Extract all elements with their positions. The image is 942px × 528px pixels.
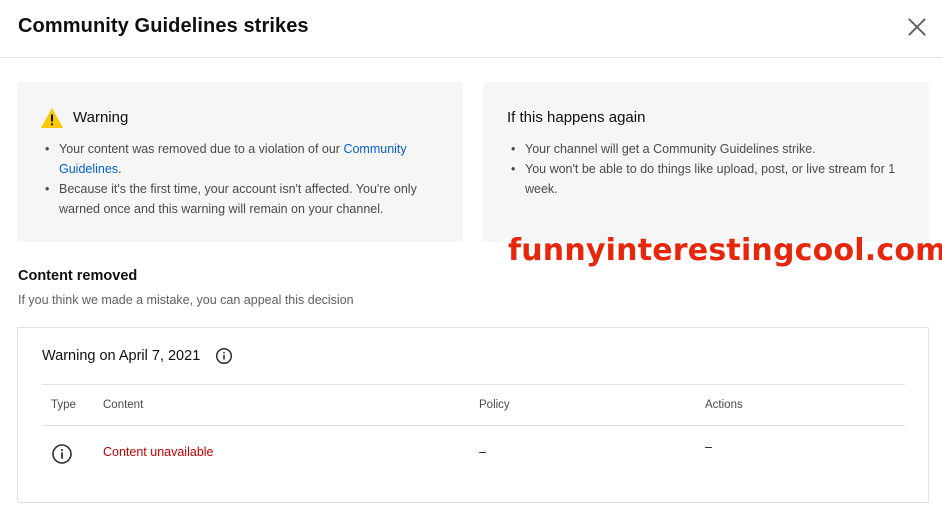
again-bullet-list: Your channel will get a Community Guidel…	[511, 139, 911, 199]
again-bullet-2: You won't be able to do things like uplo…	[511, 159, 911, 199]
strike-table-card: Warning on April 7, 2021 Type Content Po…	[17, 327, 929, 503]
close-button[interactable]	[904, 14, 930, 40]
column-header-actions: Actions	[705, 399, 743, 411]
warning-bullet-1: Your content was removed due to a violat…	[45, 139, 451, 179]
policy-cell: –	[479, 445, 486, 459]
warning-heading: Warning	[73, 109, 129, 126]
info-icon[interactable]	[215, 347, 233, 365]
content-removed-title: Content removed	[18, 268, 138, 284]
column-header-policy: Policy	[479, 399, 510, 411]
watermark-text: funnyinterestingcool.com	[508, 233, 942, 268]
column-header-content: Content	[103, 399, 144, 411]
if-happens-again-heading: If this happens again	[507, 109, 646, 126]
warning-triangle-icon	[40, 107, 64, 129]
if-happens-again-card: If this happens again Your channel will …	[483, 82, 929, 242]
info-icon	[51, 443, 73, 465]
dialog-header: Community Guidelines strikes	[0, 0, 942, 58]
actions-cell: –	[705, 440, 712, 454]
strike-table-title: Warning on April 7, 2021	[42, 348, 201, 364]
dialog-title: Community Guidelines strikes	[18, 15, 309, 37]
again-bullet-1: Your channel will get a Community Guidel…	[511, 139, 911, 159]
table-divider	[42, 384, 905, 385]
content-removed-subtitle: If you think we made a mistake, you can …	[18, 293, 354, 307]
content-unavailable-link[interactable]: Content unavailable	[103, 445, 214, 459]
warning-bullet-list: Your content was removed due to a violat…	[45, 139, 451, 219]
table-divider	[42, 425, 905, 426]
warning-bullet-2: Because it's the first time, your accoun…	[45, 179, 451, 219]
warning-card: Warning Your content was removed due to …	[17, 82, 463, 242]
close-icon	[908, 18, 926, 36]
column-header-type: Type	[51, 399, 76, 411]
